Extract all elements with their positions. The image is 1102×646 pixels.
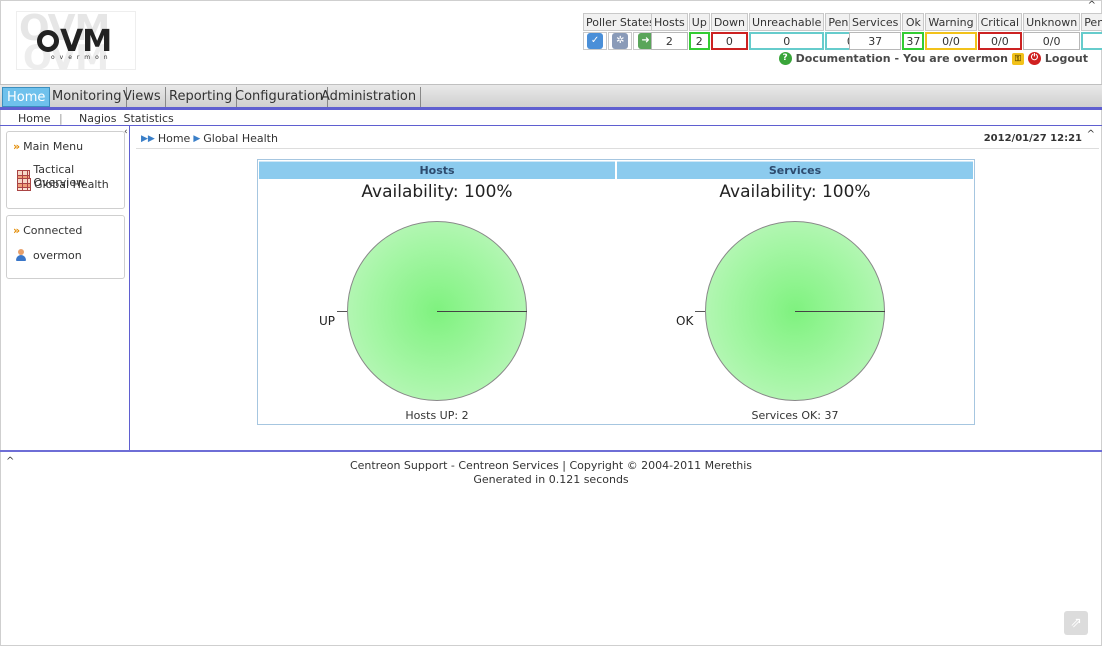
breadcrumb-home[interactable]: Home [158, 132, 190, 145]
services-caption: Services OK: 37 [751, 409, 839, 422]
collapse-header-icon[interactable]: ^ [1088, 0, 1096, 11]
connected-user-name: overmon [33, 249, 82, 262]
services-pie-label-tick [695, 311, 705, 312]
services-critical-value[interactable]: 0/0 [977, 32, 1023, 50]
hosts-down-value[interactable]: 0 [710, 32, 748, 50]
menu-home[interactable]: Home [2, 87, 51, 107]
breadcrumb-rule [136, 148, 1099, 149]
sidebar-divider [129, 126, 130, 450]
submenu-divider: | [59, 112, 63, 125]
hosts-caption: Hosts UP: 2 [405, 409, 469, 422]
documentation-link[interactable]: Documentation [796, 52, 891, 65]
services-total-value[interactable]: 37 [849, 32, 902, 50]
submenu-nagios-statistics[interactable]: Nagios Statistics [79, 112, 174, 125]
connected-title: » Connected [13, 224, 83, 237]
services-warning-header[interactable]: Warning [925, 13, 977, 31]
user-icon [15, 249, 27, 262]
poller-status-icon[interactable]: ✓ [587, 33, 604, 49]
poller-states-table: Poller States ✓ ✲ ➜ [582, 12, 659, 51]
poller-states-header: Poller States [583, 13, 658, 31]
logo-ring-icon [37, 30, 59, 52]
lock-icon[interactable]: ⚿ [1011, 52, 1024, 65]
connected-box: » Connected overmon [6, 215, 125, 279]
hosts-total-value[interactable]: 2 [651, 32, 688, 50]
double-arrow-icon: ▶▶ [141, 133, 155, 144]
footer: Centreon Support - Centreon Services | C… [0, 459, 1102, 487]
power-icon[interactable]: ⏻ [1027, 52, 1041, 65]
logout-link[interactable]: Logout [1045, 52, 1088, 65]
footer-copyright[interactable]: Centreon Support - Centreon Services | C… [0, 459, 1102, 473]
menu-reporting[interactable]: Reporting [165, 87, 238, 107]
collapse-sidebar-icon[interactable]: ‹ [124, 127, 128, 137]
services-unknown-header[interactable]: Unknown [1023, 13, 1081, 31]
menu-administration[interactable]: Administration [317, 87, 422, 107]
main-menu-title: » Main Menu [13, 140, 84, 153]
main-menu-bar: Home Monitoring Views Reporting Configur… [0, 84, 1102, 107]
current-datetime: 2012/01/27 12:21 [983, 133, 1082, 144]
gear-icon[interactable]: ✲ [612, 33, 629, 49]
sidebar-item-global-health[interactable]: Global Health [17, 178, 109, 191]
submenu-bar: Home | Nagios Statistics [0, 110, 1102, 126]
services-pending-value[interactable]: 0 [1081, 32, 1102, 50]
services-warning-value[interactable]: 0/0 [925, 32, 977, 50]
submenu-home[interactable]: Home [18, 112, 50, 125]
breadcrumb-current[interactable]: Global Health [203, 132, 278, 145]
connected-user[interactable]: overmon [15, 249, 82, 262]
chevron-right-icon: » [13, 140, 21, 153]
hosts-pie-label: UP [319, 314, 336, 328]
breadcrumb: ▶▶ Home ▶ Global Health [141, 132, 278, 145]
chevron-right-icon: » [13, 224, 21, 237]
services-unknown-value[interactable]: 0/0 [1023, 32, 1081, 50]
global-health-panels: Hosts Services Availability: 100% Availa… [257, 159, 975, 425]
services-ok-header[interactable]: Ok [902, 13, 925, 31]
hosts-unreachable-header[interactable]: Unreachable [749, 13, 825, 31]
hosts-stats-table: Hosts Up Down Unreachable Pending 2 2 0 … [650, 12, 876, 51]
poller-latency-cell[interactable]: ✲ [608, 32, 633, 50]
menu-monitoring[interactable]: Monitoring [48, 87, 127, 107]
hosts-pie-radius-line [437, 311, 527, 312]
footer-accent-line [0, 450, 1102, 452]
current-user-label: You are overmon [903, 52, 1008, 65]
services-availability: Availability: 100% [719, 182, 871, 202]
help-icon[interactable]: ? [778, 52, 792, 65]
services-header[interactable]: Services [849, 13, 902, 31]
services-stats-table: Services Ok Warning Critical Unknown Pen… [848, 12, 1102, 51]
menu-views[interactable]: Views [119, 87, 166, 107]
share-icon[interactable]: ⇗ [1064, 611, 1088, 635]
main-menu-box: » Main Menu Tactical Overview Global Heal… [6, 131, 125, 209]
hosts-panel-header: Hosts [259, 161, 615, 179]
logo[interactable]: OVM OVM VM overmon [16, 11, 136, 70]
services-critical-header[interactable]: Critical [977, 13, 1023, 31]
services-panel-header: Services [617, 161, 973, 179]
hosts-down-header[interactable]: Down [710, 13, 748, 31]
hosts-up-header[interactable]: Up [688, 13, 710, 31]
arrow-right-icon: ▶ [193, 133, 201, 144]
footer-generated-time: Generated in 0.121 seconds [473, 473, 629, 486]
collapse-content-icon[interactable]: ^ [1087, 129, 1095, 140]
user-bar-separator: - [894, 52, 900, 65]
grid-icon [17, 178, 31, 191]
menu-configuration[interactable]: Configuration [231, 87, 329, 107]
poller-status-cell[interactable]: ✓ [583, 32, 608, 50]
hosts-up-value[interactable]: 2 [688, 32, 710, 50]
services-pie-label: OK [676, 314, 694, 328]
sidebar-item-label: Global Health [34, 178, 109, 191]
services-pending-header[interactable]: Pending [1081, 13, 1102, 31]
logo-subtext: overmon [51, 54, 113, 61]
hosts-unreachable-value[interactable]: 0 [749, 32, 825, 50]
services-ok-value[interactable]: 37 [902, 32, 925, 50]
user-bar: ? Documentation - You are overmon ⚿ ⏻ Lo… [778, 52, 1088, 65]
hosts-pie-label-tick [337, 311, 347, 312]
services-pie-radius-line [795, 311, 885, 312]
hosts-availability: Availability: 100% [361, 182, 513, 202]
hosts-header[interactable]: Hosts [651, 13, 688, 31]
